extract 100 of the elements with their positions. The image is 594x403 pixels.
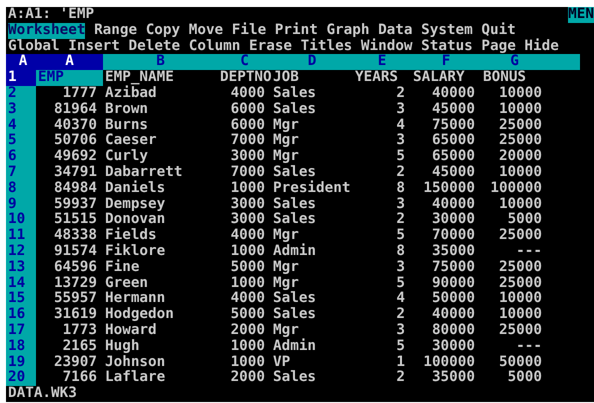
row-number[interactable]: 18 [6,338,36,355]
table-cell-text: Azibad [104,86,158,102]
table-cell-text: 25000 [498,322,543,339]
table-cell-text: 5000 [506,370,543,386]
table-cell-text: Sales [272,212,318,228]
row-number[interactable]: 14 [6,276,36,292]
table-cell-text: Fine [104,260,140,276]
table-cell-text: Dempsey [104,196,166,212]
menu-item[interactable]: Data [378,22,413,39]
table-cell-text: 7000 [230,164,266,181]
table-cell-text: 8 [395,180,406,197]
column-header[interactable]: A [36,54,103,70]
row-number[interactable]: 11 [6,228,36,244]
table-cell-text: Johnson [104,354,166,370]
row-number[interactable]: 9 [6,196,36,212]
table-cell-text: 4000 [230,228,266,244]
table-cell-text: 25000 [498,133,543,149]
column-header[interactable]: D [271,54,353,70]
table-cell-text: Hermann [104,291,166,307]
submenu-option: Insert [68,38,120,54]
row-number[interactable]: 16 [6,307,36,323]
submenu-option: Delete [128,38,180,54]
table-cell-text: 3000 [230,149,266,165]
table-cell-text: 48338 [52,228,98,244]
table-cell-text: Burns [104,118,150,133]
table-cell-text: 8 [395,244,406,260]
table-cell-text: 51515 [52,212,98,228]
row-number[interactable]: 15 [6,291,36,308]
table-cell-text: 81964 [52,102,98,118]
table-cell-text: 65000 [430,133,476,149]
menu-item[interactable]: Range [94,22,138,39]
table-cell-text: Curly [104,149,150,165]
table-cell-text: 40000 [430,86,476,102]
row-number[interactable]: 20 [6,370,36,386]
table-cell-text: 2 [395,370,406,386]
table-cell-text: JOB [272,70,300,86]
row-number[interactable]: 19 [6,354,36,370]
table-cell-text: 50000 [498,354,543,370]
menu-item[interactable]: File [232,22,266,39]
table-cell-text: Admin [272,338,318,355]
row-number[interactable]: 3 [6,102,36,118]
menu-item[interactable]: Print [274,22,318,39]
table-cell-text: 5 [395,149,406,165]
table-cell-text: 3000 [230,196,266,212]
table-cell-text: Brown [104,102,150,118]
table-cell-text: YEARS [354,70,400,86]
table-cell-text: Fields [104,228,157,244]
table-cell-text: 49692 [52,149,98,165]
column-header[interactable]: C [218,54,271,70]
column-header[interactable]: F [411,54,481,70]
table-cell-text: 4000 [230,86,266,102]
row-number[interactable]: 4 [6,118,36,134]
table-cell-text: Sales [272,370,318,386]
table-cell-text: 3 [395,322,406,339]
table-cell-text: 5000 [506,212,543,228]
table-cell-text: 4 [395,118,406,133]
table-cell-text: 25000 [498,260,543,276]
table-cell-text: 40000 [430,307,476,323]
table-cell-text: Admin [272,244,318,260]
menu-item[interactable]: System [421,22,473,39]
menu-item[interactable]: Quit [481,22,516,39]
table-cell-text: 84984 [52,180,98,197]
table-cell-text: 1000 [230,354,266,370]
table-cell-text: 100000 [489,180,543,197]
table-cell-text: Howard [104,322,158,339]
table-cell-text: 5 [395,338,406,355]
table-cell-text: Sales [272,291,318,307]
table-cell-text: Sales [272,102,318,118]
table-cell-text: 1773 [62,322,98,339]
column-header[interactable]: B [103,54,218,70]
table-cell-text: 75000 [430,260,476,276]
column-header[interactable]: E [353,54,411,70]
menu-item[interactable]: Graph [326,22,370,39]
cell-address: A:A1: 'EMP [8,7,94,23]
menu-item[interactable]: Copy [146,22,180,39]
table-cell-text: Mgr [272,276,300,291]
row-number[interactable]: 7 [6,164,36,181]
table-cell-text: 100000 [422,354,476,370]
table-cell-text: 40370 [52,118,98,133]
table-cell-text: 1777 [62,86,98,102]
menu-item[interactable]: Move [188,22,224,39]
table-cell-text: 80000 [430,322,476,339]
table-cell-text: 34791 [52,164,98,181]
table-cell-text: 20000 [498,149,543,165]
row-number[interactable]: 6 [6,149,36,165]
row-number[interactable]: 8 [6,180,36,197]
table-cell-text: Daniels [104,180,166,197]
column-header[interactable]: G [481,54,548,70]
table-cell-text: Mgr [272,133,300,150]
row-number[interactable]: 5 [6,133,36,150]
row-number[interactable]: 1 [6,70,36,86]
table-cell-text: 6000 [230,102,266,118]
menu-item[interactable]: Worksheet [8,22,86,39]
row-number[interactable]: 17 [6,322,36,339]
row-number[interactable]: 12 [6,244,36,260]
row-number[interactable]: 2 [6,86,36,102]
row-number[interactable]: 10 [6,212,36,228]
table-cell-text: Mgr [272,118,300,134]
table-cell-text: Mgr [272,322,300,338]
row-number[interactable]: 13 [6,260,36,276]
